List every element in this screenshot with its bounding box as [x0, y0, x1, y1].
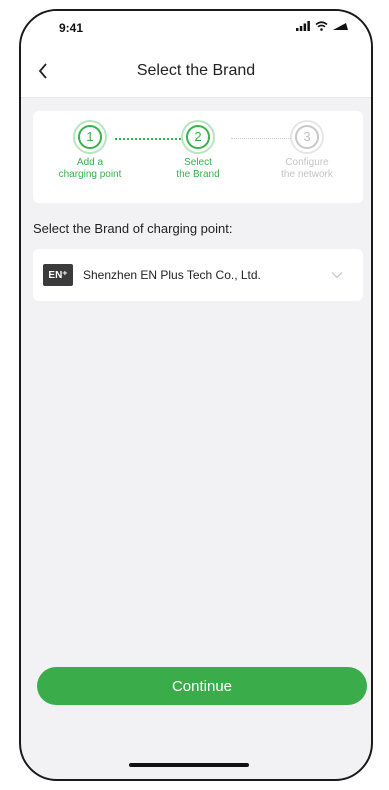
step-2: 2 Select the Brand	[153, 125, 243, 181]
step-1: 1 Add a charging point	[45, 125, 135, 181]
progress-steps: 1 Add a charging point 2 Select the Bran…	[33, 111, 363, 203]
home-indicator	[129, 763, 249, 767]
section-label: Select the Brand of charging point:	[33, 221, 233, 236]
page-title: Select the Brand	[136, 62, 256, 79]
step-1-number: 1	[78, 125, 102, 149]
battery-icon	[333, 23, 348, 30]
step-3-label: Configure the network	[281, 157, 333, 180]
phone-frame: 9:41 Select the Brand 1 Add a charging p…	[19, 9, 373, 781]
step-3-number: 3	[295, 125, 319, 149]
step-2-label: Select the Brand	[176, 157, 220, 180]
brand-logo: EN⁺	[43, 264, 73, 286]
continue-button[interactable]: Continue	[37, 667, 367, 705]
wifi-icon	[315, 21, 328, 31]
status-icons	[296, 21, 349, 31]
step-2-number: 2	[186, 125, 210, 149]
nav-bar: Select the Brand	[21, 45, 371, 98]
brand-name: Shenzhen EN Plus Tech Co., Ltd.	[83, 268, 261, 282]
signal-icon	[296, 21, 310, 31]
step-1-label: Add a charging point	[58, 157, 122, 180]
chevron-down-icon	[329, 267, 345, 283]
brand-select[interactable]: EN⁺ Shenzhen EN Plus Tech Co., Ltd.	[33, 249, 363, 301]
step-3: 3 Configure the network	[262, 125, 352, 181]
status-bar: 9:41	[21, 11, 371, 45]
status-time: 9:41	[59, 21, 84, 35]
